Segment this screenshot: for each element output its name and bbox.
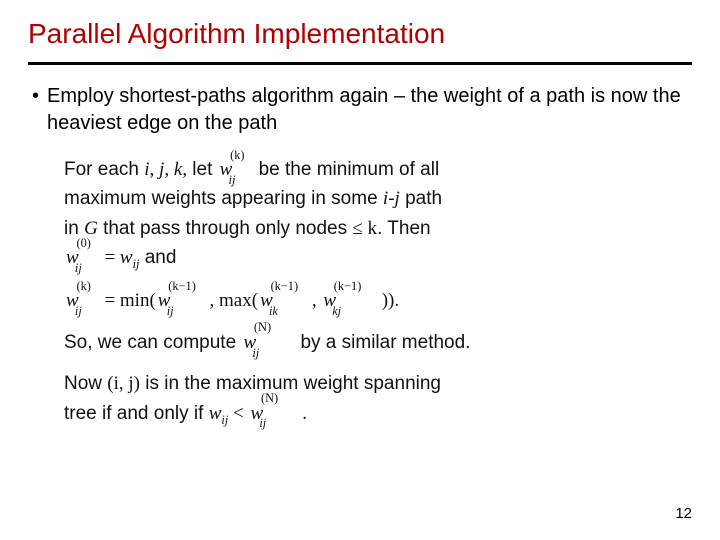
page-number: 12 bbox=[675, 505, 692, 522]
math-para-3: So, we can compute w(N)ij by a similar m… bbox=[64, 328, 692, 357]
math-para-2: w(k)ij = min(w(k−1)ij, max(w(k−1)ik, w(k… bbox=[64, 286, 692, 315]
bullet-dot: • bbox=[32, 83, 39, 137]
slide-title: Parallel Algorithm Implementation bbox=[28, 18, 692, 50]
math-para-4: Now (i, j) is in the maximum weight span… bbox=[64, 369, 692, 429]
math-para-1: For each i, j, k, let w(k)ij be the mini… bbox=[64, 155, 692, 274]
math-body: For each i, j, k, let w(k)ij be the mini… bbox=[64, 155, 692, 429]
bullet-text: Employ shortest-paths algorithm again – … bbox=[47, 83, 692, 137]
bullet-item: • Employ shortest-paths algorithm again … bbox=[32, 83, 692, 137]
title-divider bbox=[28, 62, 692, 65]
